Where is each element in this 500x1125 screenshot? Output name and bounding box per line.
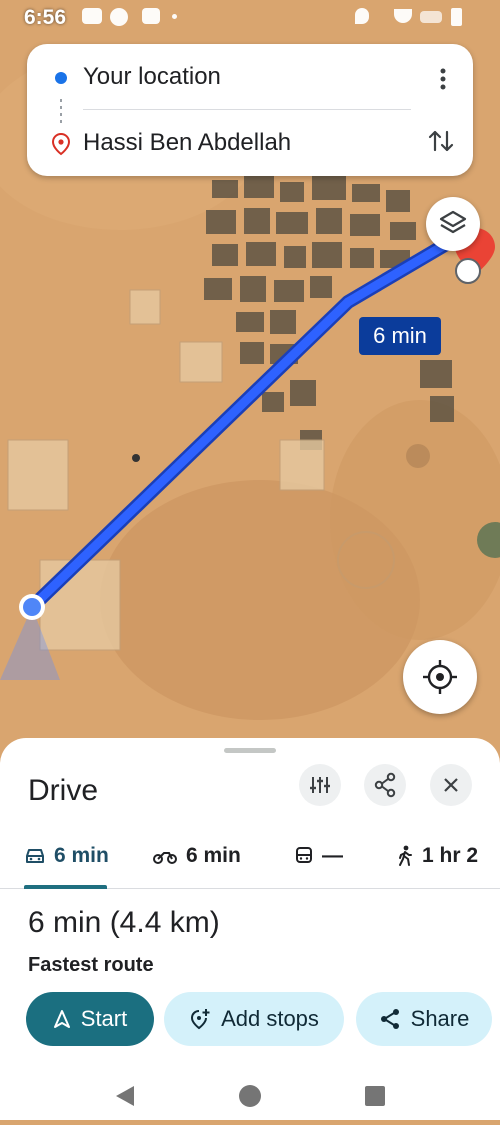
route-note: Fastest route	[28, 954, 154, 976]
status-bar: 6:56	[0, 0, 500, 34]
field-divider	[83, 109, 411, 110]
layers-icon	[439, 210, 467, 234]
car-icon	[26, 849, 44, 863]
share-circle-button[interactable]	[364, 764, 406, 806]
add-location-icon	[191, 1009, 210, 1030]
origin-dot-icon	[55, 72, 67, 84]
signal-icon	[420, 11, 442, 23]
more-options-button[interactable]	[433, 66, 453, 92]
share-button-label: Share	[410, 1006, 470, 1031]
share-button[interactable]: Share	[356, 992, 492, 1046]
battery-icon	[451, 8, 462, 26]
recents-icon[interactable]	[365, 1086, 385, 1106]
destination-field[interactable]: Hassi Ben Abdellah	[83, 129, 291, 157]
close-icon	[444, 778, 458, 792]
active-tab-indicator	[24, 885, 107, 889]
travel-mode-tabs: 6 min 6 min — 1 hr 2	[0, 830, 500, 889]
tab-walk[interactable]: 1 hr 2	[396, 844, 478, 868]
origin-field[interactable]: Your location	[83, 63, 221, 91]
train-icon	[296, 847, 312, 863]
add-stops-label: Add stops	[221, 1006, 319, 1031]
system-navigation-bar	[0, 1074, 500, 1120]
drag-handle[interactable]	[224, 748, 276, 753]
route-summary: 6 min (4.4 km)	[28, 906, 220, 939]
youtube-icon	[82, 8, 102, 24]
tab-transit[interactable]: —	[294, 844, 343, 868]
swap-vert-icon	[428, 130, 454, 152]
back-icon[interactable]	[116, 1086, 134, 1106]
location-status-icon	[355, 8, 369, 24]
more-vert-icon	[440, 68, 446, 90]
layers-button[interactable]	[426, 197, 480, 251]
tab-motorcycle-value: 6 min	[186, 844, 241, 867]
tab-motorcycle[interactable]: 6 min	[152, 844, 241, 868]
swap-directions-button[interactable]	[427, 126, 455, 156]
crosshair-icon	[423, 660, 457, 694]
notification-dot-icon	[172, 14, 177, 19]
wifi-icon	[394, 9, 412, 23]
status-time: 6:56	[24, 6, 67, 29]
tune-icon	[310, 777, 330, 793]
start-button[interactable]: Start	[26, 992, 154, 1046]
my-location-button[interactable]	[403, 640, 477, 714]
share-icon	[380, 1009, 399, 1029]
directions-bottom-sheet: Drive 6 min 6 min — 1 hr 2 6 min (4.4 km…	[0, 738, 500, 1120]
start-button-label: Start	[80, 1006, 128, 1031]
tab-walk-value: 1 hr 2	[422, 844, 479, 867]
navigation-arrow-icon	[53, 1010, 70, 1028]
walk-icon	[399, 845, 412, 866]
route-options-button[interactable]	[299, 764, 341, 806]
route-connector	[60, 99, 62, 123]
add-stops-button[interactable]: Add stops	[164, 992, 344, 1046]
share-icon	[374, 772, 396, 798]
android-icon	[142, 8, 160, 24]
destination-pin-icon	[51, 132, 71, 156]
close-button[interactable]	[430, 764, 472, 806]
tab-transit-value: —	[322, 844, 343, 867]
whatsapp-icon	[110, 8, 128, 26]
home-icon[interactable]	[239, 1085, 261, 1107]
tab-drive[interactable]: 6 min	[24, 844, 109, 868]
tab-drive-value: 6 min	[54, 844, 109, 867]
sheet-title: Drive	[28, 774, 99, 807]
directions-card: Your location Hassi Ben Abdellah	[27, 44, 473, 176]
route-duration-label[interactable]: 6 min	[359, 317, 441, 355]
motorcycle-icon	[153, 852, 177, 864]
